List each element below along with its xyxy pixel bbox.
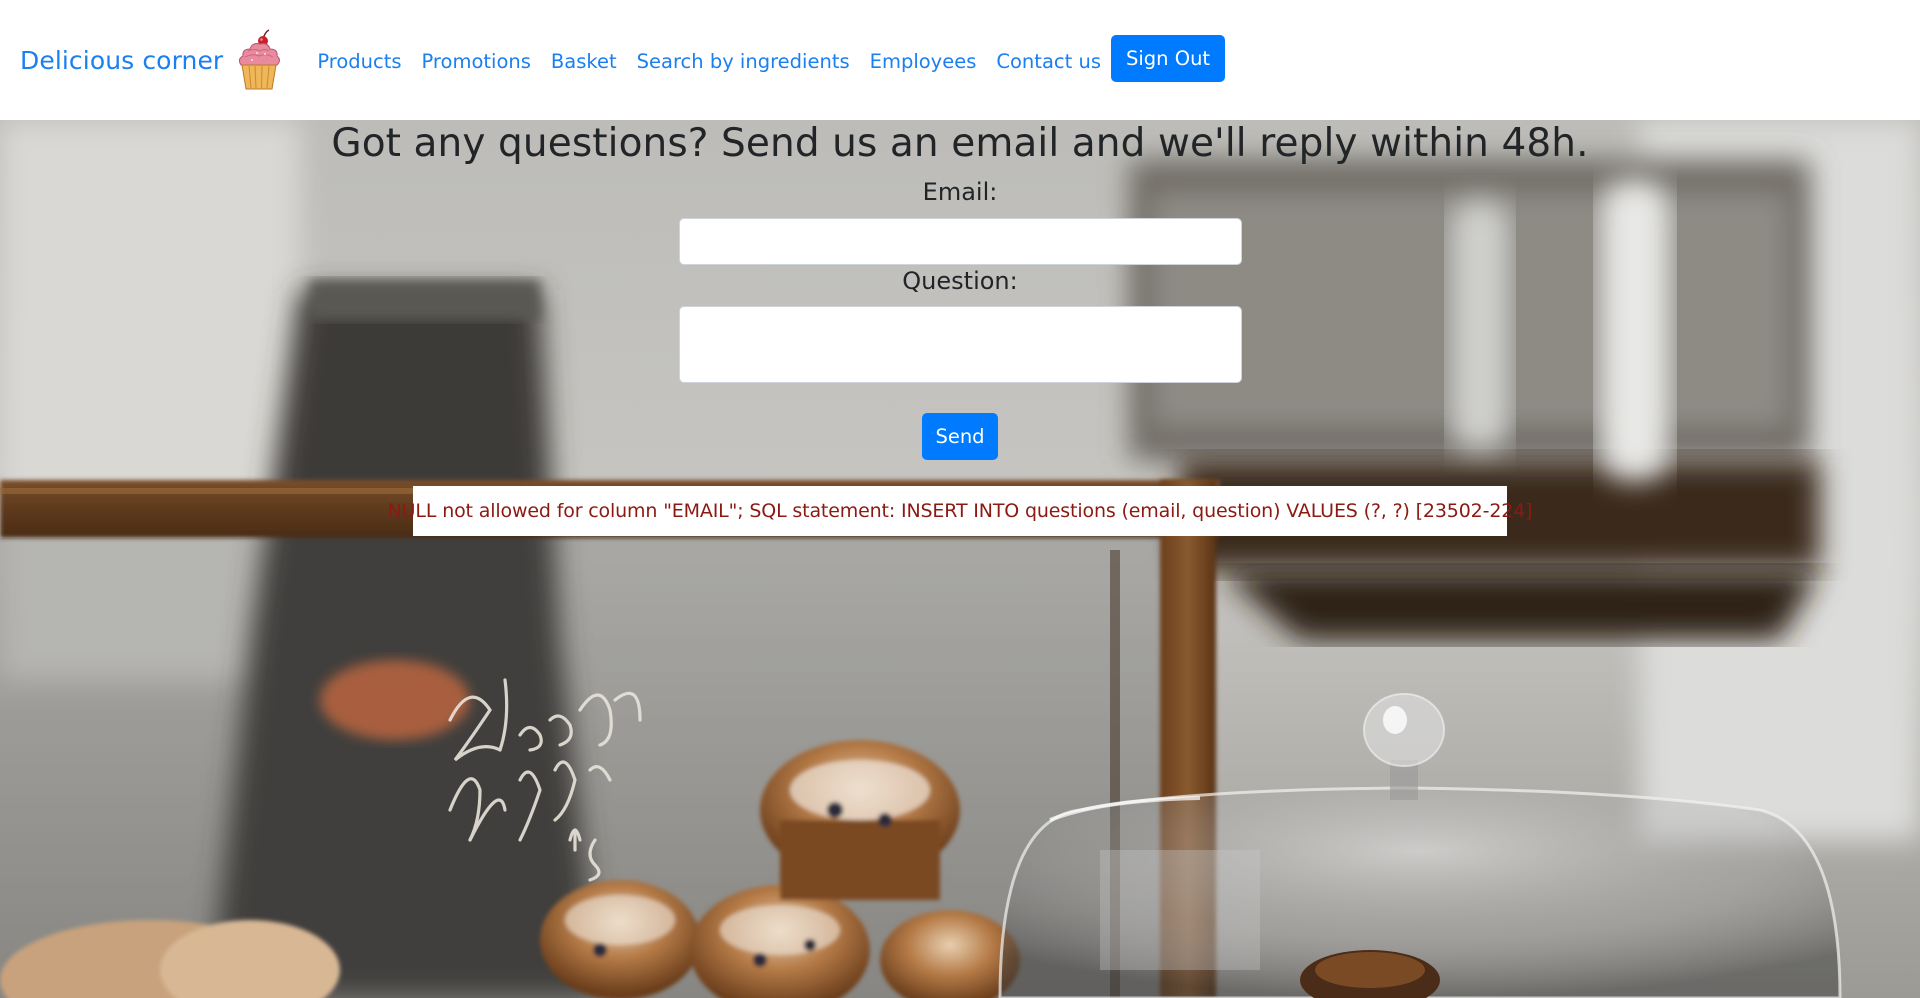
question-label: Question:: [902, 267, 1018, 295]
brand-link[interactable]: Delicious corner: [20, 29, 283, 91]
sign-out-button[interactable]: Sign Out: [1110, 34, 1226, 82]
nav-link-promotions[interactable]: Promotions: [412, 50, 541, 73]
send-button[interactable]: Send: [922, 413, 998, 460]
error-message: NULL not allowed for column "EMAIL"; SQL…: [388, 486, 1533, 536]
nav-link-contact-us[interactable]: Contact us: [986, 50, 1111, 73]
nav-link-products[interactable]: Products: [317, 50, 411, 73]
nav-link-basket[interactable]: Basket: [541, 50, 627, 73]
email-label: Email:: [922, 178, 998, 206]
top-navbar: Delicious corner Products Promotions Bas…: [0, 0, 1920, 120]
page-heading: Got any questions? Send us an email and …: [331, 121, 1589, 166]
nav-link-employees[interactable]: Employees: [860, 50, 987, 73]
error-message-text: NULL not allowed for column "EMAIL"; SQL…: [387, 500, 1533, 522]
question-textarea[interactable]: [679, 306, 1242, 383]
nav-links: Products Promotions Basket Search by ing…: [317, 34, 1226, 82]
cupcake-logo-icon: [239, 29, 281, 90]
email-input[interactable]: [679, 218, 1242, 265]
nav-link-search-by-ingredients[interactable]: Search by ingredients: [627, 50, 860, 73]
brand-name: Delicious corner: [20, 45, 224, 75]
